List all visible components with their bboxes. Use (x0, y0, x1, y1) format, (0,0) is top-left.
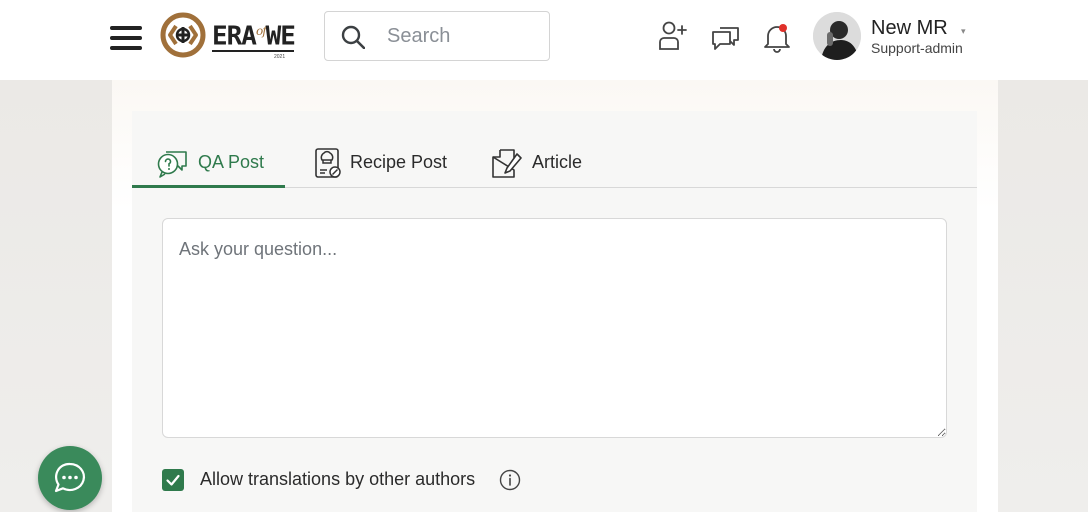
era-of-we-logo[interactable]: ERAofWE 2021 (160, 12, 300, 62)
recipe-book-icon (315, 148, 341, 178)
right-gutter (998, 80, 1088, 512)
logo-wordmark: ERAofWE (212, 21, 296, 52)
hamburger-menu-icon[interactable] (110, 26, 142, 50)
search-box[interactable] (324, 11, 550, 61)
user-menu-caret-icon[interactable]: ▾ (961, 26, 966, 37)
tab-recipe-post-label: Recipe Post (350, 152, 448, 172)
avatar-photo (813, 12, 861, 60)
allow-translations-label[interactable]: Allow translations by other authors (200, 469, 475, 490)
article-edit-icon (492, 149, 522, 178)
tab-qa-post-label: QA Post (198, 152, 265, 172)
era-of-we-logo-icon (160, 12, 206, 58)
user-name[interactable]: New MR (871, 17, 948, 40)
search-input[interactable] (387, 22, 537, 50)
logo-underline (212, 50, 294, 52)
logo-year: 2021 (274, 54, 286, 60)
tab-recipe-post[interactable]: Recipe Post (298, 140, 458, 188)
left-gutter (0, 80, 112, 512)
bell-icon[interactable] (760, 20, 794, 54)
top-navigation-bar: ERAofWE 2021 New MR ▾ Support-admin (0, 0, 1088, 80)
chat-button[interactable] (38, 446, 102, 510)
notification-alert-dot (779, 24, 787, 32)
post-type-tabs: QA Post Recipe Post Article (132, 140, 977, 188)
allow-translations-checkbox[interactable] (162, 469, 184, 491)
tab-article[interactable]: Article (480, 140, 600, 188)
user-avatar[interactable] (813, 12, 861, 60)
info-icon[interactable] (499, 469, 521, 491)
search-icon (341, 25, 365, 49)
checkmark-icon (166, 474, 180, 486)
tab-article-label: Article (532, 152, 583, 172)
user-role: Support-admin (871, 40, 963, 56)
user-plus-icon[interactable] (656, 20, 690, 54)
question-bubble-icon (157, 151, 187, 178)
chat-bubbles-icon[interactable] (709, 20, 743, 54)
tab-qa-post[interactable]: QA Post (132, 140, 285, 188)
question-textarea[interactable] (162, 218, 947, 438)
chat-ellipsis-icon (54, 462, 85, 493)
